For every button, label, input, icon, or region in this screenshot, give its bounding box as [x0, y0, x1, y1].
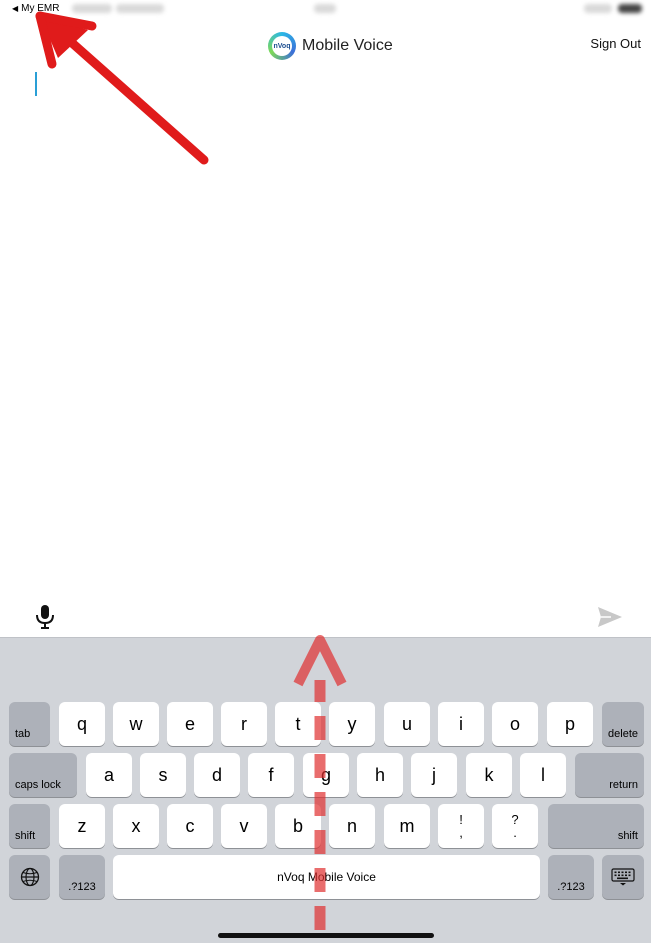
- key-k[interactable]: k: [466, 753, 512, 797]
- caps-lock-key[interactable]: caps lock: [9, 753, 77, 797]
- shift-left-key[interactable]: shift: [9, 804, 50, 848]
- key-question-period[interactable]: ? .: [492, 804, 538, 848]
- back-arrow-icon: ◀: [12, 4, 19, 13]
- key-e[interactable]: e: [167, 702, 213, 746]
- blurred-battery-percent: [584, 4, 612, 13]
- blurred-center: [314, 4, 336, 13]
- numbers-right-key[interactable]: .?123: [548, 855, 594, 899]
- microphone-icon[interactable]: [34, 604, 56, 630]
- dictation-text-area[interactable]: [0, 62, 651, 597]
- blurred-time: [72, 4, 112, 13]
- on-screen-keyboard: tab q w e r t y u i o p delete caps lock…: [0, 637, 651, 943]
- key-exclamation-comma[interactable]: ! ,: [438, 804, 484, 848]
- blurred-date: [116, 4, 164, 13]
- key-a[interactable]: a: [86, 753, 132, 797]
- app-brand: nVoq Mobile Voice: [268, 32, 393, 60]
- key-q[interactable]: q: [59, 702, 105, 746]
- back-to-app-link[interactable]: ◀ My EMR: [12, 3, 60, 14]
- key-n[interactable]: n: [329, 804, 375, 848]
- tab-key[interactable]: tab: [9, 702, 50, 746]
- key-p[interactable]: p: [547, 702, 593, 746]
- keyboard-dismiss-icon[interactable]: [602, 855, 644, 899]
- key-r[interactable]: r: [221, 702, 267, 746]
- status-bar: ◀ My EMR: [0, 0, 651, 20]
- key-c[interactable]: c: [167, 804, 213, 848]
- key-s[interactable]: s: [140, 753, 186, 797]
- key-punct1-bottom: ,: [459, 825, 463, 840]
- key-x[interactable]: x: [113, 804, 159, 848]
- key-z[interactable]: z: [59, 804, 105, 848]
- key-o[interactable]: o: [492, 702, 538, 746]
- key-l[interactable]: l: [520, 753, 566, 797]
- home-indicator: [218, 933, 434, 938]
- key-g[interactable]: g: [303, 753, 349, 797]
- back-link-label: My EMR: [21, 3, 60, 14]
- key-i[interactable]: i: [438, 702, 484, 746]
- space-bar[interactable]: nVoq Mobile Voice: [113, 855, 540, 899]
- key-b[interactable]: b: [275, 804, 321, 848]
- sign-out-button[interactable]: Sign Out: [590, 36, 641, 51]
- key-t[interactable]: t: [275, 702, 321, 746]
- globe-icon[interactable]: [9, 855, 50, 899]
- key-d[interactable]: d: [194, 753, 240, 797]
- nvoq-logo-icon: nVoq: [268, 32, 296, 60]
- key-u[interactable]: u: [384, 702, 430, 746]
- battery-icon: [618, 4, 642, 13]
- key-punct2-bottom: .: [513, 825, 517, 840]
- key-j[interactable]: j: [411, 753, 457, 797]
- key-m[interactable]: m: [384, 804, 430, 848]
- app-title: Mobile Voice: [302, 37, 393, 54]
- logo-text: nVoq: [272, 36, 292, 56]
- key-y[interactable]: y: [329, 702, 375, 746]
- return-key[interactable]: return: [575, 753, 644, 797]
- compose-toolbar: [0, 598, 651, 636]
- key-v[interactable]: v: [221, 804, 267, 848]
- delete-key[interactable]: delete: [602, 702, 644, 746]
- text-caret: [35, 72, 37, 96]
- numbers-left-key[interactable]: .?123: [59, 855, 105, 899]
- send-icon[interactable]: [597, 606, 623, 628]
- key-f[interactable]: f: [248, 753, 294, 797]
- key-h[interactable]: h: [357, 753, 403, 797]
- shift-right-key[interactable]: shift: [548, 804, 644, 848]
- key-w[interactable]: w: [113, 702, 159, 746]
